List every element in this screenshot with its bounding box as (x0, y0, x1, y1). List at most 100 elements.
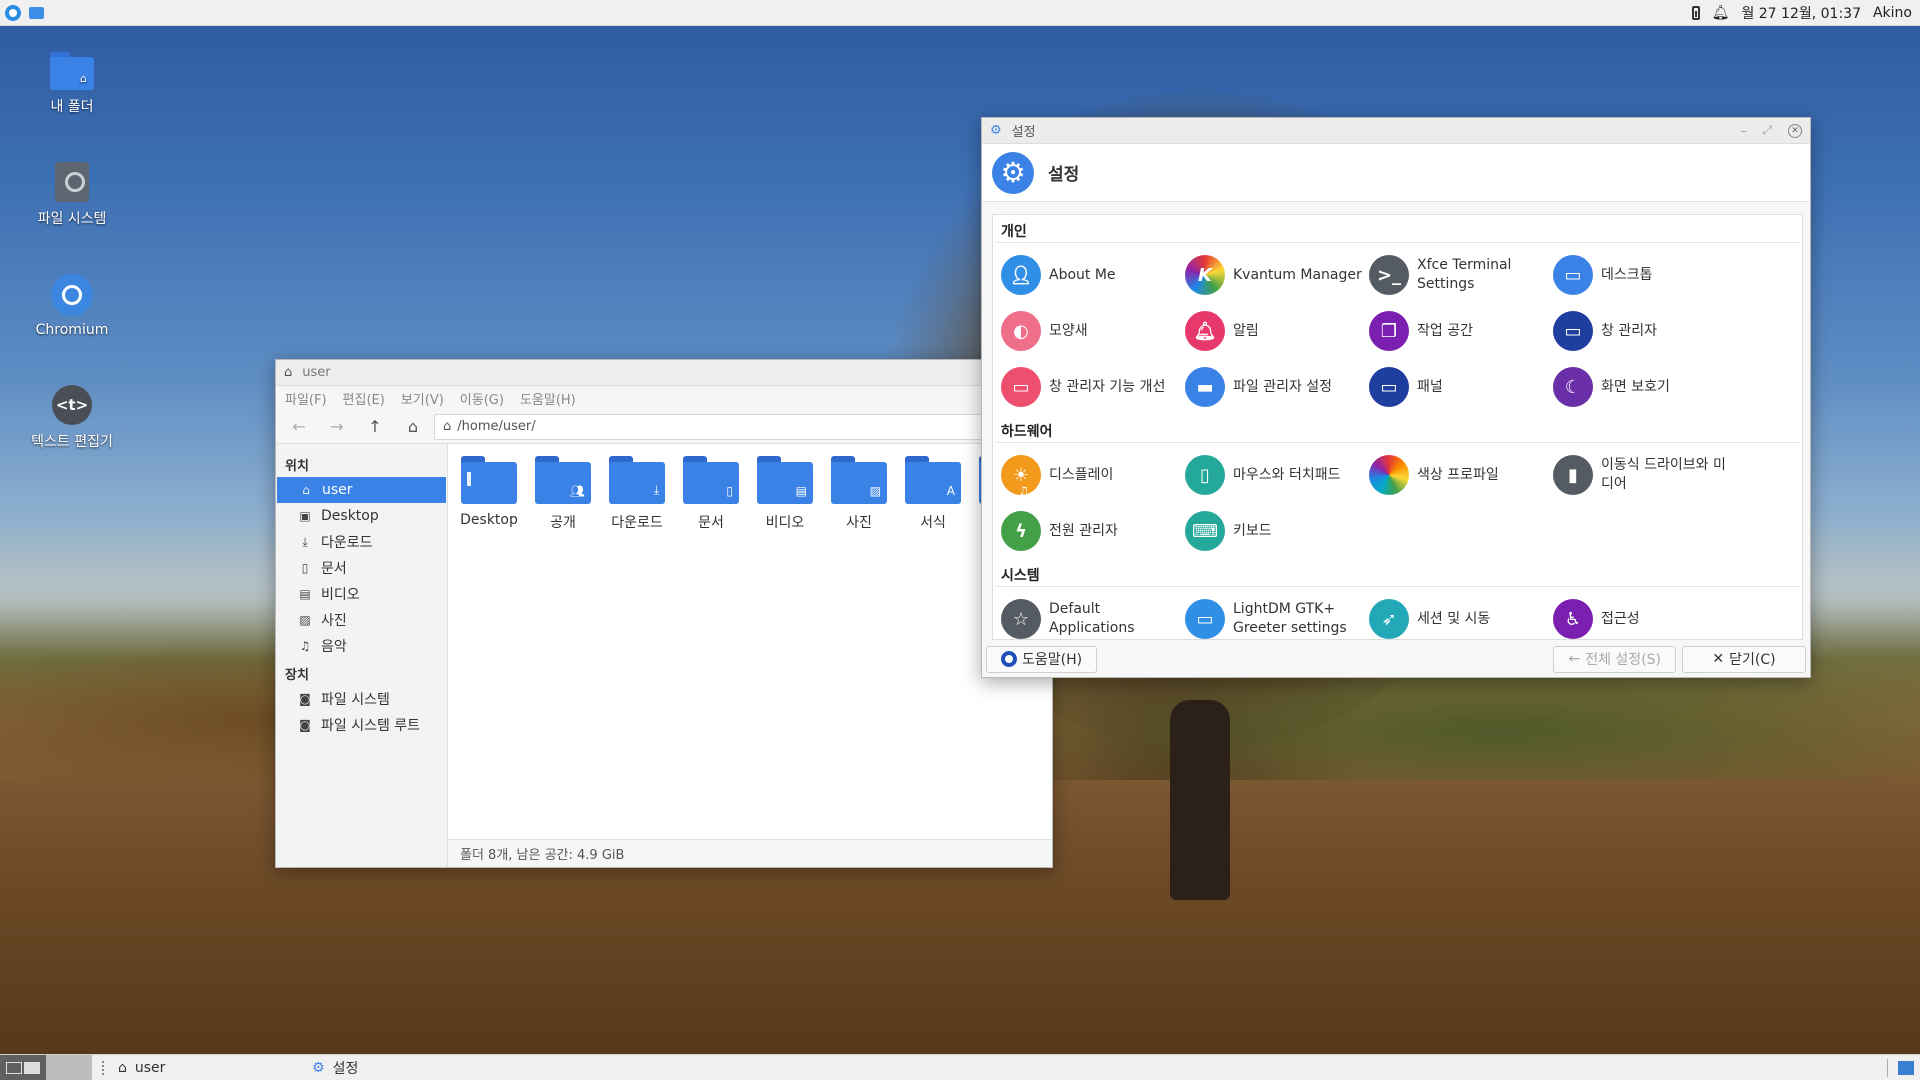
sidebar-item-label: 문서 (321, 561, 347, 577)
drive-icon: ◙ (299, 718, 311, 732)
user-name[interactable]: Akino (1873, 5, 1912, 21)
close-button-label: 닫기(C) (1729, 652, 1776, 668)
home-icon: ⌂ (302, 483, 310, 497)
desktop-icon-filesystem[interactable]: 파일 시스템 (12, 162, 132, 228)
folder-item[interactable]: ⤓ 다운로드 (600, 456, 674, 552)
all-settings-button[interactable]: ← 전체 설정(S) (1553, 645, 1676, 673)
close-dialog-button[interactable]: ✕ 닫기(C) (1682, 645, 1806, 673)
settings-item-color-profiles[interactable]: 색상 프로파일 (1369, 447, 1553, 503)
battery-icon[interactable] (1691, 5, 1700, 20)
document-icon: ▯ (301, 561, 309, 575)
sidebar: 위치 ⌂ user ▣ Desktop ⤓ 다운로드 ▯ 문서 ▤ 비디오 ▨ … (276, 444, 448, 867)
desktop-icon-label: 내 폴더 (50, 99, 94, 115)
sidebar-item-downloads[interactable]: ⤓ 다운로드 (276, 529, 447, 555)
folder-item[interactable]: 👥︎ 공개 (526, 456, 600, 552)
help-button[interactable]: 도움말(H) (986, 645, 1098, 673)
workspace-2[interactable] (24, 1061, 40, 1074)
settings-item-accessibility[interactable]: ♿︎ 접근성 (1553, 591, 1737, 639)
settings-item-window-manager[interactable]: ▭ 창 관리자 (1553, 303, 1737, 359)
settings-item-label: 창 관리자 (1601, 322, 1657, 339)
settings-item-workspaces[interactable]: ❐ 작업 공간 (1369, 303, 1553, 359)
workspace-1[interactable] (6, 1061, 22, 1074)
maximize-button[interactable]: ⤢ (1762, 123, 1772, 138)
settings-item-label: 작업 공간 (1417, 322, 1473, 339)
help-icon (1001, 651, 1017, 667)
settings-item-appearance[interactable]: ◐ 모양새 (1001, 303, 1185, 359)
back-button[interactable]: ← (282, 414, 316, 440)
window-list-icon[interactable] (29, 6, 44, 19)
folder-label: 다운로드 (611, 515, 663, 531)
category-grid-personal: 👤︎ About Me K Kvantum Manager >_ Xfce Te… (993, 243, 1802, 415)
settings-item-screensaver[interactable]: ☾ 화면 보호기 (1553, 359, 1737, 415)
app-menu-icon[interactable] (5, 4, 21, 21)
panel-icon: ▭ (1369, 367, 1409, 407)
settings-item-window-manager-tweaks[interactable]: ▭ 창 관리자 기능 개선 (1001, 359, 1185, 415)
forward-button[interactable]: → (320, 414, 354, 440)
settings-item-panel[interactable]: ▭ 패널 (1369, 359, 1553, 415)
settings-item-about-me[interactable]: 👤︎ About Me (1001, 247, 1185, 303)
settings-item-mouse[interactable]: ▯ 마우스와 터치패드 (1185, 447, 1369, 503)
templates-folder-icon: A (905, 456, 961, 504)
settings-item-keyboard[interactable]: ⌨ 키보드 (1185, 503, 1369, 559)
desktop-icon-text-editor[interactable]: <t> 텍스트 편집기 (12, 385, 132, 451)
workspace-3[interactable] (46, 1054, 92, 1080)
menu-edit[interactable]: 편집(E) (343, 389, 385, 408)
settings-item-session[interactable]: ➶ 세션 및 시동 (1369, 591, 1553, 639)
settings-item-kvantum[interactable]: K Kvantum Manager (1185, 247, 1369, 303)
location-path: /home/user/ (457, 419, 536, 434)
settings-item-desktop[interactable]: ▭ 데스크톱 (1553, 247, 1737, 303)
folder-item[interactable]: ▨ 사진 (822, 456, 896, 552)
settings-titlebar[interactable]: ⚙ 설정 – ⤢ ✕ (982, 118, 1810, 144)
settings-item-label: Default Applications (1049, 601, 1135, 636)
minimize-button[interactable]: – (1740, 124, 1746, 138)
location-bar[interactable]: ⌂ /home/user/ (434, 413, 1046, 440)
desktop-icon-chromium[interactable]: Chromium (12, 274, 132, 338)
desktop-icon-home[interactable]: ⌂ 내 폴더 (12, 52, 132, 116)
sidebar-item-label: 파일 시스템 (321, 692, 390, 708)
sidebar-item-music[interactable]: ♫ 음악 (276, 633, 447, 659)
clock[interactable]: 월 27 12월, 01:37 (1741, 3, 1861, 23)
settings-item-terminal[interactable]: >_ Xfce Terminal Settings (1369, 247, 1553, 303)
settings-item-power-manager[interactable]: ϟ 전원 관리자 (1001, 503, 1185, 559)
sidebar-item-documents[interactable]: ▯ 문서 (276, 555, 447, 581)
up-button[interactable]: ↑ (358, 414, 392, 440)
settings-item-label: Kvantum Manager (1233, 266, 1362, 283)
panel-launchers (0, 4, 44, 21)
settings-item-default-apps[interactable]: ☆ Default Applications (1001, 591, 1185, 639)
sidebar-item-user[interactable]: ⌂ user (277, 477, 446, 503)
menu-file[interactable]: 파일(F) (285, 389, 327, 408)
settings-item-file-manager[interactable]: ▬ 파일 관리자 설정 (1185, 359, 1369, 415)
sidebar-item-filesystem-root[interactable]: ◙ 파일 시스템 루트 (276, 712, 447, 738)
menu-go[interactable]: 이동(G) (460, 389, 504, 408)
settings-item-lightdm[interactable]: ▭ LightDM GTK+ Greeter settings (1185, 591, 1369, 639)
sidebar-heading-places: 위치 (285, 459, 309, 474)
folder-item[interactable]: A 서식 (896, 456, 970, 552)
menu-help[interactable]: 도움말(H) (520, 389, 576, 408)
close-button[interactable]: ✕ (1788, 123, 1802, 138)
window-controls: – ⤢ ✕ (1740, 123, 1802, 138)
settings-item-removable-drives[interactable]: ▮ 이동식 드라이브와 미디어 (1553, 447, 1737, 503)
show-desktop-icon[interactable] (1898, 1060, 1914, 1075)
taskbar-item-user[interactable]: ⌂ user (92, 1055, 302, 1080)
file-manager-titlebar[interactable]: ⌂ user (276, 360, 1052, 386)
folder-icon: ▬ (1185, 367, 1225, 407)
settings-item-label: 세션 및 시동 (1417, 610, 1491, 627)
sidebar-item-desktop[interactable]: ▣ Desktop (276, 503, 447, 529)
sidebar-item-filesystem[interactable]: ◙ 파일 시스템 (276, 686, 447, 712)
bell-icon[interactable]: 🔔︎ (1712, 5, 1730, 21)
palette-icon: ◐ (1001, 311, 1041, 351)
folder-label: 공개 (550, 515, 576, 531)
menubar: 파일(F) 편집(E) 보기(V) 이동(G) 도움말(H) (276, 386, 1052, 410)
home-button[interactable]: ⌂ (396, 414, 430, 440)
taskbar-item-settings[interactable]: ⚙ 설정 (302, 1055, 512, 1080)
menu-view[interactable]: 보기(V) (401, 389, 444, 408)
login-screen-icon: ▭ (1185, 599, 1225, 639)
download-folder-icon: ⤓ (609, 456, 665, 504)
sidebar-item-pictures[interactable]: ▨ 사진 (276, 607, 447, 633)
folder-item[interactable]: ▯ 문서 (674, 456, 748, 552)
folder-item[interactable]: ▤ 비디오 (748, 456, 822, 552)
settings-item-notifications[interactable]: 🔔︎ 알림 (1185, 303, 1369, 359)
sidebar-item-videos[interactable]: ▤ 비디오 (276, 581, 447, 607)
folder-item[interactable]: Desktop (452, 456, 526, 552)
workspace-switcher[interactable] (0, 1054, 46, 1080)
